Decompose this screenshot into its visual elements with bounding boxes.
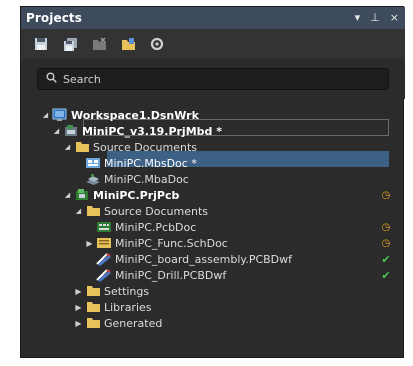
pcb-document-icon [96,220,112,234]
expand-arrow-icon[interactable]: ◢ [63,191,72,199]
search-input[interactable] [63,72,363,86]
tree-item-label: Source Documents [104,204,208,218]
tree-item-label: MiniPC_board_assembly.PCBDwf [115,252,293,266]
tree-item-assembly-drawing[interactable]: MiniPC_board_assembly.PCBDwf [96,251,292,267]
tree-item-mbsdoc[interactable]: MiniPC.MbsDoc * [85,155,197,171]
search-area [21,59,405,99]
collapse-arrow-icon[interactable]: ▶ [74,303,83,312]
modified-status-icon: ◷ [381,221,391,233]
pin-icon[interactable]: ⊥ [370,10,380,26]
draftsman-document-icon [96,268,112,282]
folder-icon [85,300,101,314]
panel-controls: ▾ ⊥ × [355,10,399,26]
close-project-icon[interactable] [91,36,107,52]
expand-arrow-icon[interactable]: ◢ [52,127,61,135]
tree-item-label: MiniPC.MbaDoc [104,172,189,186]
expand-arrow-icon[interactable]: ◢ [41,111,50,119]
tree-item-label: MiniPC.PcbDoc [115,220,197,234]
open-folder-icon[interactable] [120,36,136,52]
collapse-arrow-icon[interactable]: ▶ [74,319,83,328]
projects-panel: Projects ▾ ⊥ × Search ◢ Workspace1.DsnWr… [20,6,405,358]
tree-item-drill-drawing[interactable]: MiniPC_Drill.PCBDwf [96,267,226,283]
tree-item-label: MiniPC.PrjPcb [93,188,180,202]
saved-check-icon: ✔ [381,268,391,282]
vertical-scrollbar[interactable] [395,99,403,357]
tree-item-project-mbd[interactable]: ◢ MiniPC_v3.19.PrjMbd * [52,123,222,139]
folder-icon [85,316,101,330]
tree-item-mbadoc[interactable]: MiniPC.MbaDoc [85,171,189,187]
tree-item-label: Libraries [104,300,152,314]
tree-item-source-documents[interactable]: ◢ Source Documents [63,139,197,155]
tree-item-label: Generated [104,316,163,330]
tree-item-label: MiniPC_Drill.PCBDwf [115,268,227,282]
saved-check-icon: ✔ [381,252,391,266]
folder-icon [85,284,101,298]
collapse-arrow-icon[interactable]: ▶ [74,287,83,296]
panel-menu-icon[interactable]: ▾ [355,10,361,26]
schematic-document-icon [96,236,112,250]
folder-icon [74,140,90,154]
panel-titlebar: Projects ▾ ⊥ × [21,7,405,29]
save-all-icon[interactable] [62,36,78,52]
expand-arrow-icon[interactable]: ◢ [74,207,83,215]
tree-item-settings[interactable]: ▶ Settings [74,283,149,299]
pcb-project-icon [74,188,90,202]
tree-item-libraries[interactable]: ▶ Libraries [74,299,152,315]
settings-icon[interactable] [149,36,165,52]
panel-title: Projects [26,11,83,25]
multiboard-project-icon [63,124,79,138]
tree-item-source-documents[interactable]: ◢ Source Documents [74,203,208,219]
draftsman-document-icon [96,252,112,266]
save-icon[interactable] [33,36,49,52]
tree-item-label: Source Documents [93,140,197,154]
tree-item-pcbdoc[interactable]: MiniPC.PcbDoc [96,219,196,235]
tree-item-workspace[interactable]: ◢ Workspace1.DsnWrk [41,107,199,123]
folder-icon [85,204,101,218]
expand-arrow-icon[interactable]: ◢ [63,143,72,151]
tree-item-label: MiniPC_Func.SchDoc [115,236,228,250]
modified-status-icon: ◷ [381,237,391,249]
tree-item-schdoc[interactable]: ▶ MiniPC_Func.SchDoc [85,235,228,251]
multiboard-assembly-icon [85,172,101,186]
tree-item-label: Settings [104,284,150,298]
search-box [37,68,389,90]
tree-item-project-pcb[interactable]: ◢ MiniPC.PrjPcb [63,187,180,203]
tree-item-label: Workspace1.DsnWrk [71,108,199,122]
collapse-arrow-icon[interactable]: ▶ [85,239,94,248]
tree-item-label: MiniPC_v3.19.PrjMbd * [82,124,222,138]
workspace-icon [52,108,68,122]
close-icon[interactable]: × [390,10,399,26]
panel-toolbar [21,29,405,59]
multiboard-schematic-icon [85,156,101,170]
tree-item-generated[interactable]: ▶ Generated [74,315,162,331]
modified-status-icon: ◷ [381,189,391,201]
search-icon [46,72,57,86]
tree-item-label: MiniPC.MbsDoc * [104,156,197,170]
